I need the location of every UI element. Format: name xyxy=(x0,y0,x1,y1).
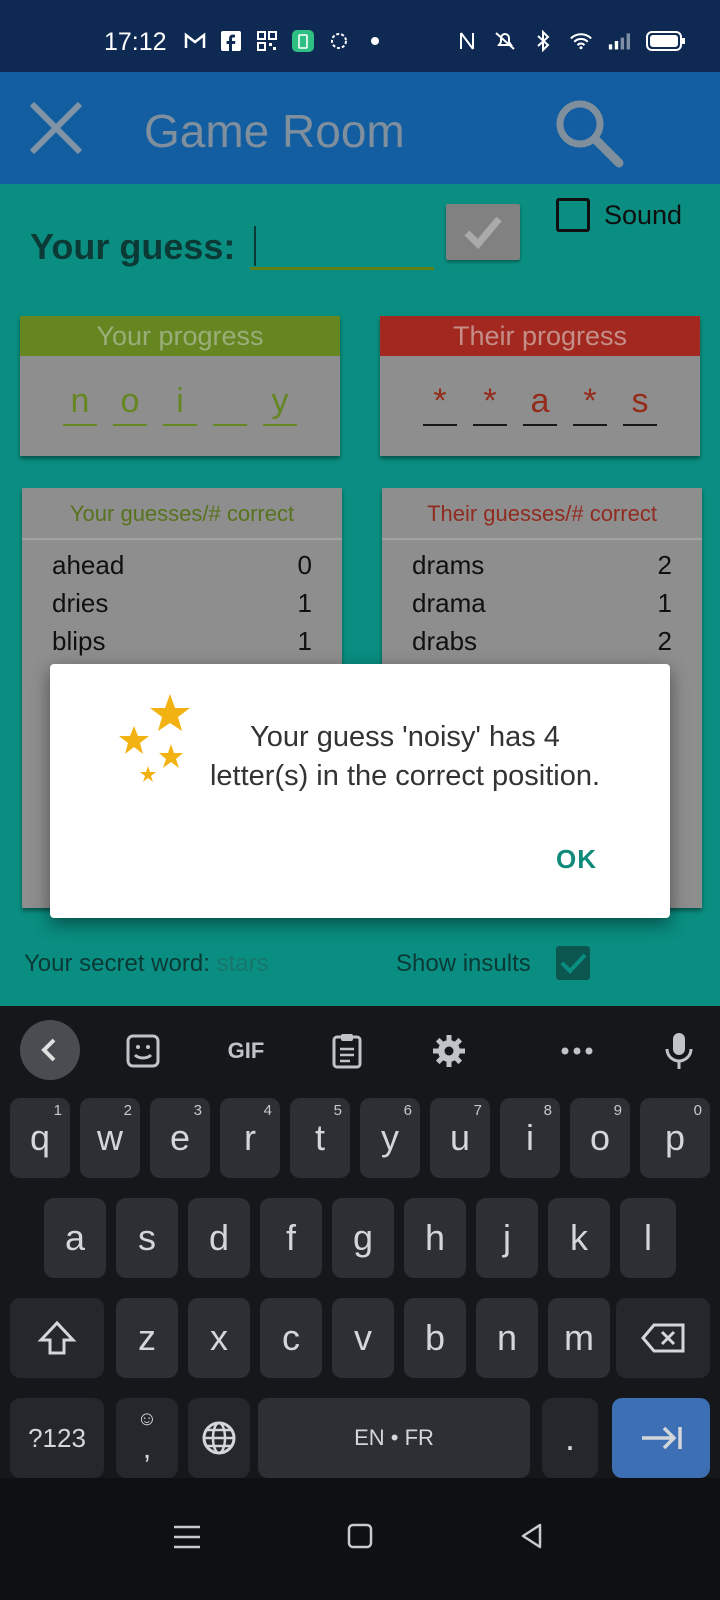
key-label: t xyxy=(314,1117,325,1158)
status-bar: 17:12 xyxy=(0,0,720,72)
backspace-icon xyxy=(641,1323,685,1353)
navigation-bar xyxy=(0,1478,720,1600)
app-title: Game Room xyxy=(144,105,405,157)
signal-icon xyxy=(608,30,630,52)
ok-button[interactable]: OK xyxy=(556,844,597,875)
emoji-icon: ☺ xyxy=(136,1408,158,1430)
mute-icon xyxy=(494,30,516,52)
key-label: i xyxy=(526,1117,534,1158)
gif-button[interactable]: GIF xyxy=(216,1020,276,1082)
bluetooth-icon xyxy=(532,30,554,52)
key-number: 5 xyxy=(333,1102,342,1119)
space-key[interactable]: EN • FR xyxy=(258,1398,530,1478)
game-icon xyxy=(328,30,350,52)
key-e[interactable]: e3 xyxy=(150,1098,210,1178)
key-label: o xyxy=(589,1117,611,1158)
enter-key[interactable] xyxy=(612,1398,710,1478)
shift-key[interactable] xyxy=(10,1298,104,1378)
key-d[interactable]: d xyxy=(188,1198,250,1278)
key-a[interactable]: a xyxy=(44,1198,106,1278)
key-h[interactable]: h xyxy=(404,1198,466,1278)
key-number: 6 xyxy=(403,1102,412,1119)
key-label: w xyxy=(97,1117,123,1158)
qr-icon xyxy=(256,30,278,52)
stars-icon xyxy=(74,688,194,793)
sticker-icon[interactable] xyxy=(118,1020,168,1082)
settings-icon[interactable] xyxy=(424,1020,474,1082)
comma-key[interactable]: ☺ , xyxy=(116,1398,178,1478)
globe-icon xyxy=(202,1421,236,1455)
key-b[interactable]: b xyxy=(404,1298,466,1378)
key-o[interactable]: o9 xyxy=(570,1098,630,1178)
home-icon[interactable] xyxy=(346,1522,374,1555)
result-dialog: Your guess 'noisy' has 4 letter(s) in th… xyxy=(50,664,670,918)
key-m[interactable]: m xyxy=(548,1298,610,1378)
key-w[interactable]: w2 xyxy=(80,1098,140,1178)
gmail-icon xyxy=(184,30,206,52)
wifi-icon xyxy=(570,30,592,52)
key-g[interactable]: g xyxy=(332,1198,394,1278)
key-n[interactable]: n xyxy=(476,1298,538,1378)
keyboard: GIF q1 w2 e3 r4 t5 y6 u7 i8 o9 p0 a s d … xyxy=(0,1006,720,1478)
close-icon[interactable] xyxy=(26,98,86,158)
key-c[interactable]: c xyxy=(260,1298,322,1378)
dot-icon xyxy=(364,30,386,52)
facebook-icon xyxy=(220,30,242,52)
key-t[interactable]: t5 xyxy=(290,1098,350,1178)
key-number: 4 xyxy=(263,1102,272,1119)
key-label: e xyxy=(169,1117,191,1158)
backspace-key[interactable] xyxy=(616,1298,710,1378)
key-v[interactable]: v xyxy=(332,1298,394,1378)
battery-icon xyxy=(646,30,686,52)
comma-label: , xyxy=(142,1432,152,1465)
symbols-key[interactable]: ?123 xyxy=(10,1398,104,1478)
status-time: 17:12 xyxy=(104,28,167,56)
key-j[interactable]: j xyxy=(476,1198,538,1278)
key-q[interactable]: q1 xyxy=(10,1098,70,1178)
key-number: 8 xyxy=(543,1102,552,1119)
key-number: 7 xyxy=(473,1102,482,1119)
key-number: 1 xyxy=(53,1102,62,1119)
key-x[interactable]: x xyxy=(188,1298,250,1378)
key-number: 9 xyxy=(613,1102,622,1119)
next-icon xyxy=(642,1426,682,1450)
more-icon[interactable] xyxy=(552,1020,602,1082)
key-y[interactable]: y6 xyxy=(360,1098,420,1178)
key-number: 2 xyxy=(123,1102,132,1119)
battery-app-icon xyxy=(292,30,314,52)
key-label: y xyxy=(381,1117,399,1158)
shift-icon xyxy=(37,1320,77,1355)
search-icon[interactable] xyxy=(552,96,626,170)
recents-icon[interactable] xyxy=(172,1524,202,1555)
key-label: p xyxy=(664,1117,686,1158)
keyboard-collapse-button[interactable] xyxy=(20,1020,80,1080)
period-key[interactable]: . xyxy=(542,1398,598,1478)
language-key[interactable] xyxy=(188,1398,250,1478)
key-s[interactable]: s xyxy=(116,1198,178,1278)
key-label: u xyxy=(449,1117,471,1158)
nfc-icon xyxy=(456,30,478,52)
key-u[interactable]: u7 xyxy=(430,1098,490,1178)
key-f[interactable]: f xyxy=(260,1198,322,1278)
key-l[interactable]: l xyxy=(620,1198,676,1278)
microphone-icon[interactable] xyxy=(654,1020,704,1082)
key-k[interactable]: k xyxy=(548,1198,610,1278)
app-bar: Game Room xyxy=(0,72,720,184)
dialog-message: Your guess 'noisy' has 4 letter(s) in th… xyxy=(209,721,601,792)
key-z[interactable]: z xyxy=(116,1298,178,1378)
key-number: 0 xyxy=(693,1102,702,1119)
key-i[interactable]: i8 xyxy=(500,1098,560,1178)
back-icon[interactable] xyxy=(518,1522,546,1555)
key-number: 3 xyxy=(193,1102,202,1119)
key-label: r xyxy=(244,1117,256,1158)
key-r[interactable]: r4 xyxy=(220,1098,280,1178)
clipboard-icon[interactable] xyxy=(322,1020,372,1082)
key-p[interactable]: p0 xyxy=(640,1098,710,1178)
key-label: q xyxy=(29,1117,51,1158)
